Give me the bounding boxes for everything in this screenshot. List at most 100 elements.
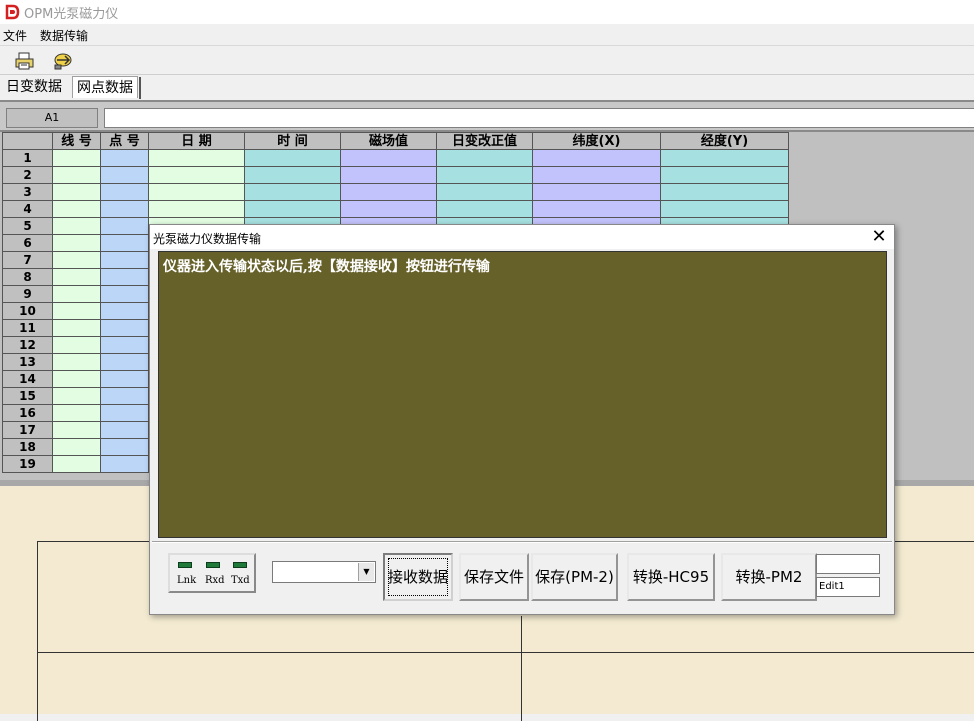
- col-header-date[interactable]: 日 期: [148, 132, 245, 150]
- corner-cell[interactable]: [2, 132, 53, 150]
- row-header[interactable]: 16: [2, 404, 53, 422]
- row-header[interactable]: 10: [2, 302, 53, 320]
- cell-line[interactable]: [52, 200, 101, 218]
- tab-survey-points[interactable]: 网点数据: [72, 76, 141, 99]
- cell-time[interactable]: [244, 183, 341, 201]
- cell-longitude[interactable]: [660, 166, 789, 184]
- cell-field-value[interactable]: [340, 166, 437, 184]
- cell-line[interactable]: [52, 353, 101, 371]
- cell-diurnal-correction[interactable]: [436, 200, 533, 218]
- cell-date[interactable]: [148, 149, 245, 167]
- row-header[interactable]: 18: [2, 438, 53, 456]
- cell-point[interactable]: [100, 336, 149, 354]
- cell-date[interactable]: [148, 166, 245, 184]
- convert-hc95-button[interactable]: 转换-HC95: [627, 553, 715, 601]
- row-header[interactable]: 15: [2, 387, 53, 405]
- menu-file[interactable]: 文件: [3, 27, 27, 44]
- cell-line[interactable]: [52, 285, 101, 303]
- cell-point[interactable]: [100, 455, 149, 473]
- cell-date[interactable]: [148, 200, 245, 218]
- cell-latitude[interactable]: [532, 166, 661, 184]
- cell-point[interactable]: [100, 370, 149, 388]
- cell-longitude[interactable]: [660, 183, 789, 201]
- cell-time[interactable]: [244, 149, 341, 167]
- row-header[interactable]: 12: [2, 336, 53, 354]
- print-icon[interactable]: [14, 51, 36, 71]
- col-header-time[interactable]: 时 间: [244, 132, 341, 150]
- save-pm2-button[interactable]: 保存(PM-2): [531, 553, 618, 601]
- cell-point[interactable]: [100, 200, 149, 218]
- row-header[interactable]: 13: [2, 353, 53, 371]
- cell-field-value[interactable]: [340, 149, 437, 167]
- cell-point[interactable]: [100, 319, 149, 337]
- cell-longitude[interactable]: [660, 200, 789, 218]
- cell-point[interactable]: [100, 251, 149, 269]
- cell-line[interactable]: [52, 268, 101, 286]
- cell-latitude[interactable]: [532, 149, 661, 167]
- row-header[interactable]: 14: [2, 370, 53, 388]
- cell-line[interactable]: [52, 336, 101, 354]
- dropdown-arrow-icon[interactable]: ▼: [358, 563, 374, 581]
- row-header[interactable]: 1: [2, 149, 53, 167]
- cell-latitude[interactable]: [532, 200, 661, 218]
- row-header[interactable]: 9: [2, 285, 53, 303]
- row-header[interactable]: 7: [2, 251, 53, 269]
- col-header-field-value[interactable]: 磁场值: [340, 132, 437, 150]
- menu-data-transfer[interactable]: 数据传输: [40, 27, 88, 44]
- cell-time[interactable]: [244, 166, 341, 184]
- cell-field-value[interactable]: [340, 200, 437, 218]
- cell-time[interactable]: [244, 200, 341, 218]
- row-header[interactable]: 2: [2, 166, 53, 184]
- cell-longitude[interactable]: [660, 149, 789, 167]
- cell-line[interactable]: [52, 234, 101, 252]
- cell-point[interactable]: [100, 387, 149, 405]
- row-header[interactable]: 11: [2, 319, 53, 337]
- cell-line[interactable]: [52, 370, 101, 388]
- cell-diurnal-correction[interactable]: [436, 149, 533, 167]
- cell-line[interactable]: [52, 302, 101, 320]
- row-header[interactable]: 6: [2, 234, 53, 252]
- cell-point[interactable]: [100, 217, 149, 235]
- cell-point[interactable]: [100, 166, 149, 184]
- cell-line[interactable]: [52, 387, 101, 405]
- cell-field-value[interactable]: [340, 183, 437, 201]
- cell-line[interactable]: [52, 421, 101, 439]
- cell-point[interactable]: [100, 285, 149, 303]
- cell-point[interactable]: [100, 302, 149, 320]
- save-file-button[interactable]: 保存文件: [459, 553, 529, 601]
- cell-point[interactable]: [100, 353, 149, 371]
- col-header-latitude[interactable]: 纬度(X): [532, 132, 661, 150]
- row-header[interactable]: 3: [2, 183, 53, 201]
- row-header[interactable]: 5: [2, 217, 53, 235]
- cell-point[interactable]: [100, 421, 149, 439]
- row-header[interactable]: 8: [2, 268, 53, 286]
- row-header[interactable]: 4: [2, 200, 53, 218]
- col-header-point[interactable]: 点 号: [100, 132, 149, 150]
- cell-line[interactable]: [52, 149, 101, 167]
- cell-line[interactable]: [52, 251, 101, 269]
- cell-point[interactable]: [100, 149, 149, 167]
- cell-date[interactable]: [148, 183, 245, 201]
- cell-point[interactable]: [100, 404, 149, 422]
- col-header-line[interactable]: 线 号: [52, 132, 101, 150]
- transfer-log[interactable]: 仪器进入传输状态以后,按【数据接收】按钮进行传输: [158, 251, 887, 538]
- tab-daily-variation[interactable]: 日变数据: [2, 76, 66, 98]
- close-icon[interactable]: ✕: [868, 226, 890, 248]
- cell-line[interactable]: [52, 404, 101, 422]
- transfer-icon[interactable]: [52, 51, 74, 71]
- cell-line[interactable]: [52, 217, 101, 235]
- status-field[interactable]: [816, 554, 880, 574]
- cell-point[interactable]: [100, 268, 149, 286]
- convert-pm2-button[interactable]: 转换-PM2: [721, 553, 817, 601]
- row-header[interactable]: 19: [2, 455, 53, 473]
- cell-line[interactable]: [52, 319, 101, 337]
- edit1-field[interactable]: Edit1: [816, 577, 880, 597]
- receive-data-button[interactable]: 接收数据: [383, 553, 453, 601]
- cell-latitude[interactable]: [532, 183, 661, 201]
- col-header-longitude[interactable]: 经度(Y): [660, 132, 789, 150]
- cell-line[interactable]: [52, 183, 101, 201]
- cell-line[interactable]: [52, 455, 101, 473]
- cell-point[interactable]: [100, 234, 149, 252]
- cell-diurnal-correction[interactable]: [436, 166, 533, 184]
- cell-point[interactable]: [100, 183, 149, 201]
